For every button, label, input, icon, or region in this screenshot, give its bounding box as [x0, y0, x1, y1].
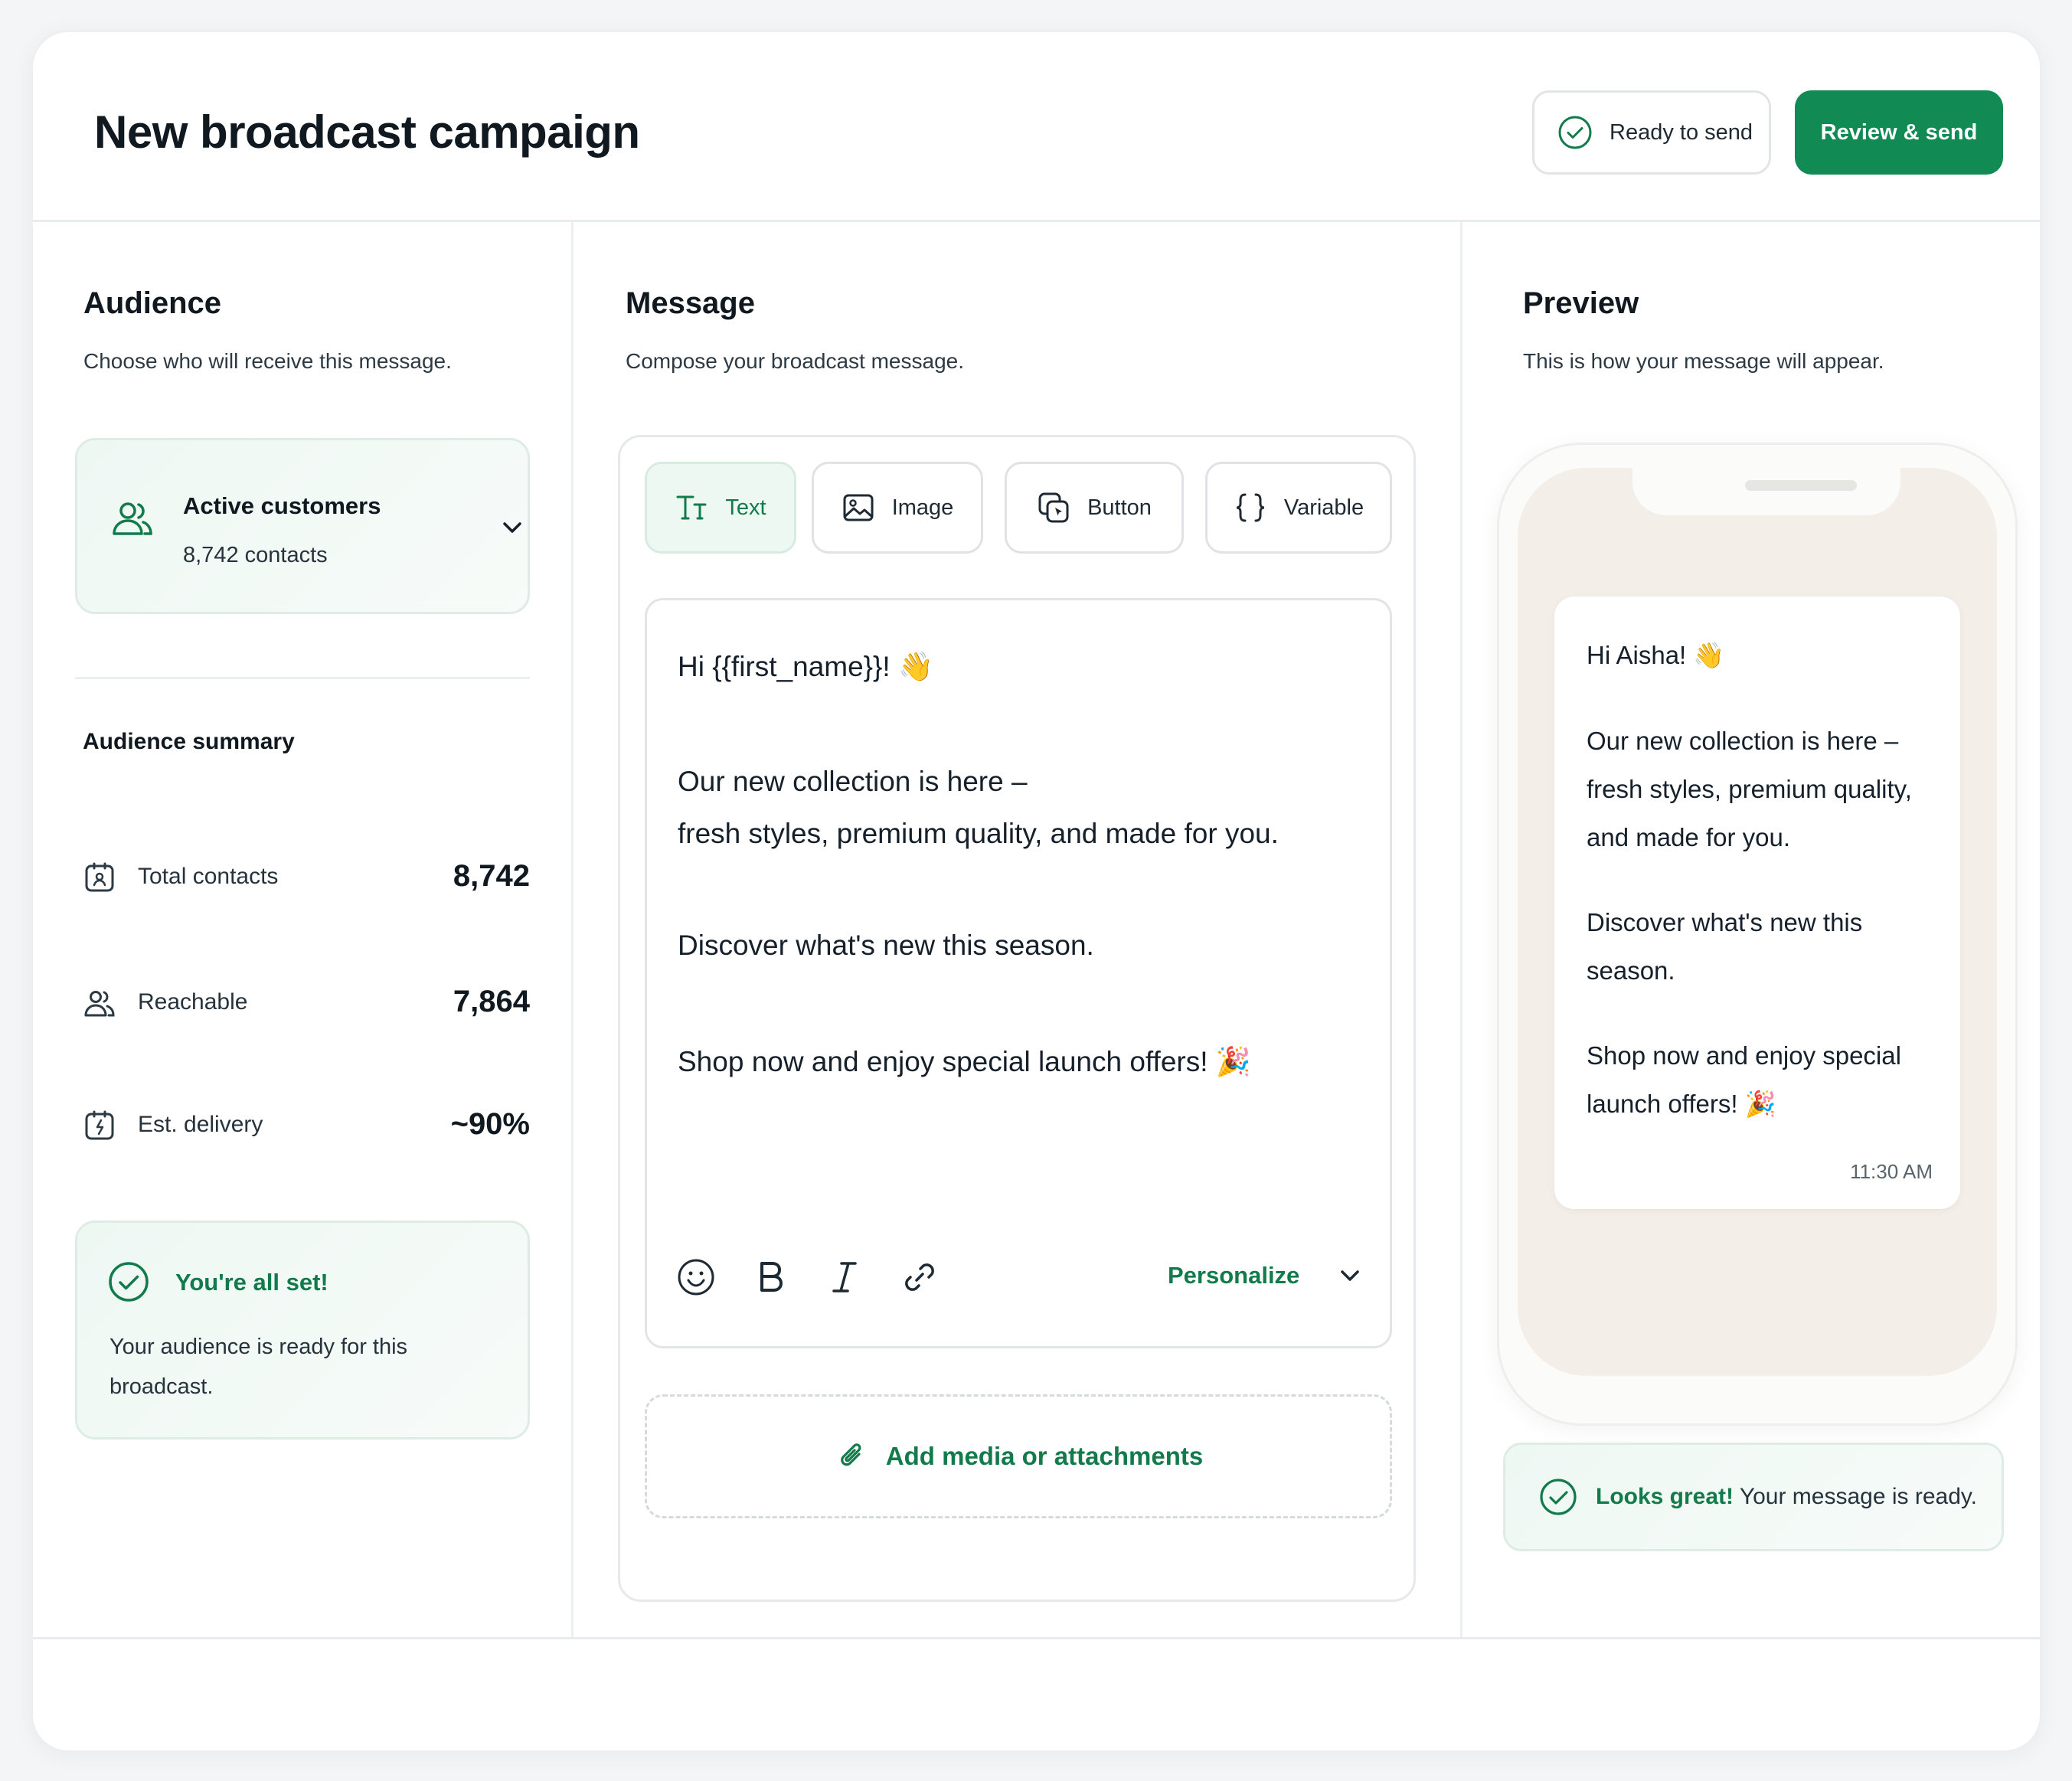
ready-title: You're all set!	[175, 1269, 328, 1296]
message-line: Our new collection is here –	[678, 766, 1028, 797]
tool-label: Button	[1087, 495, 1152, 520]
ready-text: Your audience is ready for this broadcas…	[109, 1335, 408, 1399]
footer-divider	[33, 1637, 2040, 1639]
audience-summary-title: Audience summary	[83, 729, 295, 754]
audience-ready-notice: You're all set! Your audience is ready f…	[75, 1221, 530, 1440]
phone-speaker	[1745, 480, 1857, 491]
segment-count: 8,742 contacts	[183, 543, 328, 567]
tool-variable-button[interactable]: Variable	[1205, 462, 1392, 554]
preview-line: season.	[1587, 956, 1675, 985]
check-circle-icon	[109, 1262, 149, 1302]
italic-icon[interactable]	[825, 1257, 864, 1297]
preview-status-bold: Looks great!	[1596, 1484, 1734, 1509]
stat-label: Total contacts	[138, 864, 279, 889]
users-icon	[113, 502, 152, 535]
chevron-down-icon	[503, 522, 521, 533]
message-composer: Text Image Button Variable Hi {{first_na…	[618, 435, 1416, 1602]
preview-line: Our new collection is here –	[1587, 727, 1899, 755]
review-send-button[interactable]: Review & send	[1795, 90, 2003, 175]
emoji-icon[interactable]	[676, 1257, 716, 1297]
braces-icon	[1236, 493, 1264, 522]
preview-status-rest: Your message is ready.	[1734, 1484, 1977, 1509]
preview-status-notice: Looks great! Your message is ready.	[1503, 1443, 2004, 1551]
add-attachments-button[interactable]: Add media or attachments	[645, 1394, 1392, 1518]
ready-status-label: Ready to send	[1610, 119, 1753, 145]
stat-value: 8,742	[453, 859, 530, 893]
check-circle-icon	[1558, 116, 1592, 149]
stat-total-contacts: Total contacts 8,742	[83, 855, 530, 900]
column-divider	[571, 222, 574, 1639]
tool-button-button[interactable]: Button	[1005, 462, 1184, 554]
button-icon	[1038, 492, 1069, 523]
section-divider	[75, 677, 530, 679]
page-header: New broadcast campaign Ready to send Rev…	[33, 32, 2040, 222]
ready-status-badge: Ready to send	[1532, 90, 1771, 175]
tool-text-button[interactable]: Text	[645, 462, 796, 554]
preview-line: Shop now and enjoy special	[1587, 1041, 1901, 1070]
message-line: Hi {{first_name}}! 👋	[678, 651, 934, 682]
message-timestamp: 11:30 AM	[1850, 1160, 1933, 1183]
preview-status-text: Looks great! Your message is ready.	[1596, 1484, 1977, 1510]
message-line: Shop now and enjoy special launch offers…	[678, 1046, 1251, 1077]
column-divider	[1460, 222, 1462, 1639]
stat-value: 7,864	[453, 985, 530, 1018]
link-icon[interactable]	[900, 1257, 940, 1297]
stat-est-delivery: Est. delivery ~90%	[83, 1103, 530, 1149]
image-icon	[843, 494, 874, 521]
paperclip-icon	[840, 1443, 861, 1466]
audience-title: Audience	[83, 286, 222, 320]
attach-label: Add media or attachments	[885, 1442, 1204, 1470]
message-line: Discover what's new this season.	[678, 930, 1094, 961]
preview-title: Preview	[1523, 286, 1639, 320]
text-type-icon	[676, 495, 707, 520]
campaign-card: New broadcast campaign Ready to send Rev…	[31, 31, 2041, 1752]
message-subtitle: Compose your broadcast message.	[626, 349, 964, 373]
audience-segment-dropdown[interactable]: Active customers 8,742 contacts	[75, 438, 530, 614]
preview-line: launch offers! 🎉	[1587, 1090, 1776, 1118]
stat-value: ~90%	[450, 1107, 530, 1141]
segment-name: Active customers	[183, 492, 381, 519]
tool-image-button[interactable]: Image	[812, 462, 983, 554]
phone-mockup: Hi Aisha! 👋 Our new collection is here –…	[1497, 443, 2018, 1426]
preview-line: Hi Aisha! 👋	[1587, 641, 1725, 669]
bold-icon[interactable]	[751, 1257, 791, 1297]
tool-label: Image	[891, 495, 954, 520]
page-title: New broadcast campaign	[94, 106, 640, 158]
chevron-down-icon[interactable]	[1335, 1260, 1365, 1291]
stat-label: Est. delivery	[138, 1112, 263, 1137]
preview-line: Discover what's new this	[1587, 908, 1863, 936]
message-editor[interactable]: Hi {{first_name}}! 👋 Our new collection …	[645, 598, 1392, 1348]
contacts-icon	[85, 862, 114, 892]
message-title: Message	[626, 286, 755, 320]
stat-reachable: Reachable 7,864	[83, 980, 530, 1026]
preview-line: fresh styles, premium quality,	[1587, 775, 1912, 803]
phone-screen: Hi Aisha! 👋 Our new collection is here –…	[1518, 466, 1997, 1376]
check-circle-icon	[1540, 1479, 1577, 1515]
tool-label: Text	[725, 495, 766, 520]
message-line: fresh styles, premium quality, and made …	[678, 818, 1279, 849]
personalize-dropdown[interactable]: Personalize	[1168, 1262, 1299, 1289]
preview-subtitle: This is how your message will appear.	[1523, 349, 1884, 373]
preview-line: and made for you.	[1587, 823, 1790, 851]
tool-label: Variable	[1283, 495, 1364, 520]
users-icon	[84, 991, 115, 1017]
phone-notch	[1632, 466, 1900, 515]
delivery-clipboard-icon	[85, 1110, 114, 1140]
message-bubble: Hi Aisha! 👋 Our new collection is here –…	[1554, 596, 1960, 1209]
stat-label: Reachable	[138, 989, 248, 1015]
audience-subtitle: Choose who will receive this message.	[83, 349, 452, 373]
